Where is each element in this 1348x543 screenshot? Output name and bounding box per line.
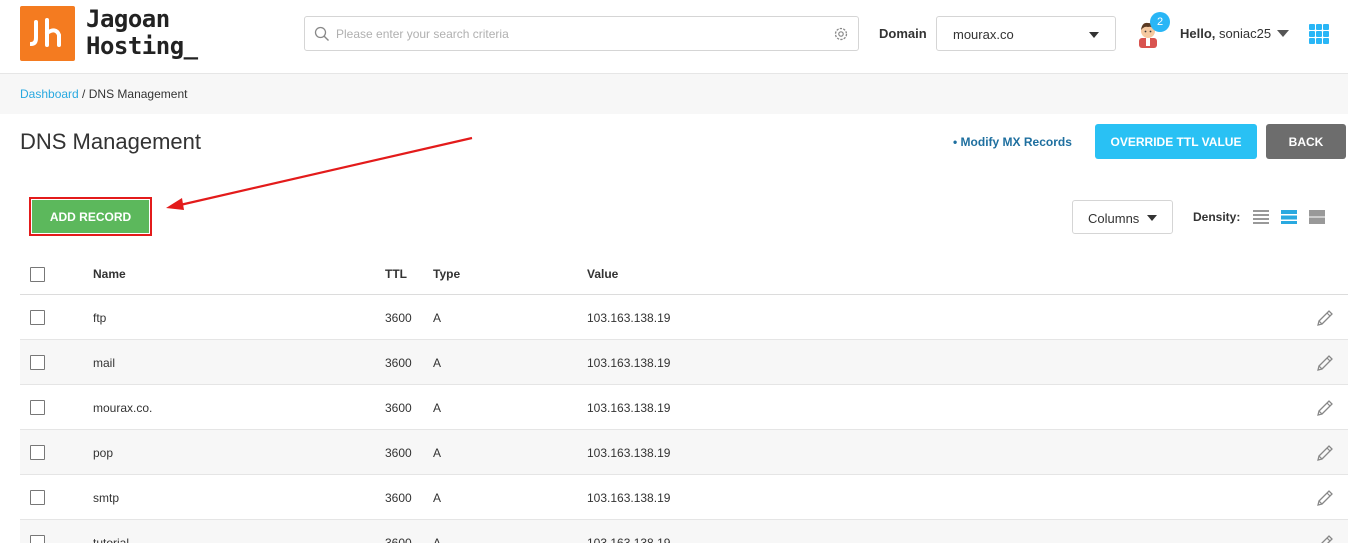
row-checkbox[interactable] — [30, 445, 45, 460]
table-row[interactable]: tutorial 3600 A 103.163.138.19 — [20, 520, 1348, 543]
pencil-icon[interactable] — [1315, 353, 1335, 373]
cell-value: 103.163.138.19 — [587, 491, 671, 505]
brand-name[interactable]: Jagoan Hosting_ — [86, 6, 198, 60]
brand-line-1: Jagoan — [86, 5, 170, 33]
cell-value: 103.163.138.19 — [587, 356, 671, 370]
header-name[interactable]: Name — [93, 267, 126, 281]
table-row[interactable]: ftp 3600 A 103.163.138.19 — [20, 295, 1348, 340]
chevron-down-icon — [1147, 215, 1157, 221]
cell-type: A — [433, 536, 442, 543]
user-menu-chevron-icon[interactable] — [1277, 30, 1289, 37]
select-all-checkbox[interactable] — [30, 267, 45, 282]
table-row[interactable]: smtp 3600 A 103.163.138.19 — [20, 475, 1348, 520]
cell-ttl: 3600 — [385, 491, 412, 505]
row-checkbox[interactable] — [30, 355, 45, 370]
brand-logo-icon[interactable] — [20, 6, 75, 61]
search-icon — [314, 26, 329, 41]
dns-records-table: Name TTL Type Value ftp 3600 A 103.163.138.… — [20, 252, 1348, 543]
username: soniac25 — [1219, 26, 1272, 41]
cell-name: ftp — [93, 311, 107, 325]
user-greeting[interactable]: Hello, soniac25 — [1180, 26, 1271, 41]
cell-name: pop — [93, 446, 114, 460]
density-label: Density: — [1193, 210, 1241, 224]
cell-type: A — [433, 356, 442, 370]
cell-value: 103.163.138.19 — [587, 536, 671, 543]
row-checkbox[interactable] — [30, 400, 45, 415]
header-type[interactable]: Type — [433, 267, 460, 281]
top-header: Jagoan Hosting_ Domain mourax.co 2 Hello… — [0, 0, 1348, 74]
cell-name: tutorial — [93, 536, 130, 543]
cell-ttl: 3600 — [385, 356, 412, 370]
add-record-button[interactable]: ADD RECORD — [32, 200, 149, 233]
pencil-icon[interactable] — [1315, 398, 1335, 418]
brand-line-2: Hosting_ — [86, 32, 198, 60]
back-button[interactable]: BACK — [1266, 124, 1346, 159]
override-ttl-button[interactable]: OVERRIDE TTL VALUE — [1095, 124, 1257, 159]
breadcrumb-separator: / — [78, 87, 89, 101]
density-standard-icon[interactable] — [1281, 209, 1297, 225]
table-row[interactable]: pop 3600 A 103.163.138.19 — [20, 430, 1348, 475]
header-value[interactable]: Value — [587, 267, 618, 281]
cell-type: A — [433, 401, 442, 415]
breadcrumb-bar: Dashboard / DNS Management — [0, 74, 1348, 114]
cell-name: mail — [93, 356, 116, 370]
columns-dropdown[interactable]: Columns — [1072, 200, 1173, 234]
notification-badge[interactable]: 2 — [1150, 12, 1170, 32]
domain-select[interactable]: mourax.co — [936, 16, 1116, 51]
cell-name: mourax.co. — [93, 401, 153, 415]
search-box[interactable] — [304, 16, 859, 51]
cell-name: smtp — [93, 491, 120, 505]
breadcrumb: Dashboard / DNS Management — [20, 87, 187, 101]
density-compact-icon[interactable] — [1253, 209, 1269, 225]
modify-mx-records-link[interactable]: • Modify MX Records — [953, 135, 1072, 149]
pencil-icon[interactable] — [1315, 443, 1335, 463]
breadcrumb-current: DNS Management — [88, 87, 188, 101]
table-header: Name TTL Type Value — [20, 252, 1348, 295]
apps-grid-icon[interactable] — [1309, 24, 1329, 44]
cell-type: A — [433, 311, 442, 325]
cell-value: 103.163.138.19 — [587, 401, 671, 415]
pencil-icon[interactable] — [1315, 533, 1335, 543]
header-ttl[interactable]: TTL — [385, 267, 407, 281]
cell-value: 103.163.138.19 — [587, 311, 671, 325]
cell-value: 103.163.138.19 — [587, 446, 671, 460]
cell-ttl: 3600 — [385, 401, 412, 415]
row-checkbox[interactable] — [30, 490, 45, 505]
gear-icon[interactable] — [833, 26, 849, 42]
annotation-arrow — [166, 136, 473, 210]
cell-type: A — [433, 446, 442, 460]
search-input[interactable] — [336, 23, 826, 45]
density-comfortable-icon[interactable] — [1309, 209, 1325, 225]
breadcrumb-dashboard-link[interactable]: Dashboard — [20, 87, 79, 101]
row-checkbox[interactable] — [30, 535, 45, 543]
table-row[interactable]: mail 3600 A 103.163.138.19 — [20, 340, 1348, 385]
cell-ttl: 3600 — [385, 536, 412, 543]
table-row[interactable]: mourax.co. 3600 A 103.163.138.19 — [20, 385, 1348, 430]
row-checkbox[interactable] — [30, 310, 45, 325]
cell-ttl: 3600 — [385, 446, 412, 460]
chevron-down-icon — [1089, 32, 1099, 38]
cell-type: A — [433, 491, 442, 505]
pencil-icon[interactable] — [1315, 488, 1335, 508]
pencil-icon[interactable] — [1315, 308, 1335, 328]
greeting-text: Hello, — [1180, 26, 1216, 41]
columns-label: Columns — [1088, 211, 1140, 226]
domain-label: Domain — [879, 26, 927, 41]
cell-ttl: 3600 — [385, 311, 412, 325]
domain-selected-value: mourax.co — [953, 27, 1014, 42]
